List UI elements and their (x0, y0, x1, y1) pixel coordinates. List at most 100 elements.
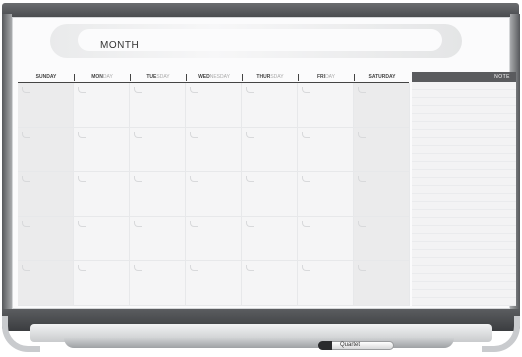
day-cell[interactable] (298, 83, 354, 128)
note-header: NOTE (412, 72, 516, 82)
day-header-text: SATURDAY (368, 74, 396, 80)
date-box-mark (134, 265, 142, 272)
day-cell[interactable] (298, 127, 354, 173)
date-box-mark (78, 220, 86, 227)
marker-cap (318, 341, 332, 350)
day-cell[interactable] (186, 83, 242, 128)
date-box-mark (190, 176, 198, 183)
date-box-mark (78, 265, 86, 272)
day-cell[interactable] (186, 216, 242, 262)
marker-brand-label: Quartet (340, 342, 361, 348)
day-header-suffix: DAY (102, 74, 113, 80)
day-cell[interactable] (298, 261, 354, 306)
day-cell[interactable] (242, 83, 298, 128)
date-box-mark (190, 131, 198, 138)
day-header-suffix: DAY (325, 74, 335, 80)
day-cell[interactable] (354, 172, 410, 217)
date-box-mark (190, 87, 198, 93)
day-header: FRIDAY (298, 74, 354, 82)
day-cell[interactable] (186, 127, 242, 173)
day-cell[interactable] (354, 216, 410, 262)
day-header: WEDNESDAY (186, 74, 242, 82)
day-cell[interactable] (186, 172, 242, 217)
date-box-mark (190, 265, 198, 272)
note-area[interactable] (412, 82, 516, 306)
frame-top (2, 3, 519, 17)
header-divider (242, 74, 243, 81)
day-cell[interactable] (18, 216, 74, 262)
day-header-text: FRI (317, 74, 326, 80)
frame-left (2, 14, 12, 314)
header-divider (354, 74, 355, 81)
day-cell[interactable] (74, 83, 130, 128)
day-cell[interactable] (130, 127, 186, 173)
day-cell[interactable] (242, 127, 298, 173)
date-box-mark (78, 87, 86, 93)
day-cell[interactable] (74, 261, 130, 306)
date-box-mark (246, 176, 254, 183)
day-header-text: THUR (256, 74, 271, 80)
date-box-mark (190, 220, 198, 227)
date-box-mark (358, 220, 366, 227)
day-cell[interactable] (74, 216, 130, 262)
date-box-mark (78, 131, 86, 138)
date-box-mark (134, 131, 142, 138)
date-box-mark (134, 87, 142, 93)
day-cell[interactable] (18, 127, 74, 173)
header-divider (186, 74, 187, 81)
day-cell[interactable] (242, 261, 298, 306)
month-label: MONTH (100, 40, 140, 51)
date-box-mark (22, 176, 30, 183)
header-divider (74, 74, 75, 81)
date-box-mark (302, 131, 310, 138)
date-box-mark (358, 265, 366, 272)
header-divider (130, 74, 131, 81)
calendar-whiteboard: MONTH SUNDAY MONDAY TUESDAY WEDNESDAY THURSD… (0, 0, 522, 357)
date-box-mark (302, 265, 310, 272)
date-box-mark (246, 87, 254, 93)
day-cell[interactable] (74, 172, 130, 217)
date-box-mark (134, 220, 142, 227)
day-cell[interactable] (354, 83, 410, 128)
day-cell[interactable] (18, 261, 74, 306)
day-cell[interactable] (298, 172, 354, 217)
day-header-suffix: SDAY (156, 74, 170, 80)
day-header: SUNDAY (18, 74, 74, 82)
day-header-text: TUE (146, 74, 157, 80)
date-box-mark (246, 131, 254, 138)
date-box-mark (302, 176, 310, 183)
day-header-text: WED (198, 74, 210, 80)
date-box-mark (22, 87, 30, 93)
day-cell[interactable] (74, 127, 130, 173)
date-box-mark (358, 176, 366, 183)
date-box-mark (302, 220, 310, 227)
day-header-suffix: NESDAY (209, 74, 230, 80)
day-header-text: MON (91, 74, 103, 80)
day-cell[interactable] (18, 83, 74, 128)
day-header-text: SUNDAY (35, 74, 57, 80)
day-cell[interactable] (130, 216, 186, 262)
day-header: TUESDAY (130, 74, 186, 82)
day-cell[interactable] (186, 261, 242, 306)
day-cell[interactable] (18, 172, 74, 217)
day-cell[interactable] (354, 261, 410, 306)
tray-base (64, 338, 454, 348)
day-cell[interactable] (298, 216, 354, 262)
day-cell[interactable] (354, 127, 410, 173)
date-box-mark (22, 131, 30, 138)
day-cell[interactable] (242, 172, 298, 217)
date-box-mark (358, 87, 366, 93)
day-header: THURSDAY (242, 74, 298, 82)
day-header: MONDAY (74, 74, 130, 82)
date-box-mark (22, 220, 30, 227)
day-cell[interactable] (130, 261, 186, 306)
day-cell[interactable] (130, 172, 186, 217)
day-header: SATURDAY (354, 74, 410, 82)
date-box-mark (78, 176, 86, 183)
date-box-mark (246, 220, 254, 227)
day-cell[interactable] (242, 216, 298, 262)
day-header-suffix: SDAY (270, 74, 284, 80)
day-cell[interactable] (130, 83, 186, 128)
date-box-mark (302, 87, 310, 93)
date-box-mark (246, 265, 254, 272)
